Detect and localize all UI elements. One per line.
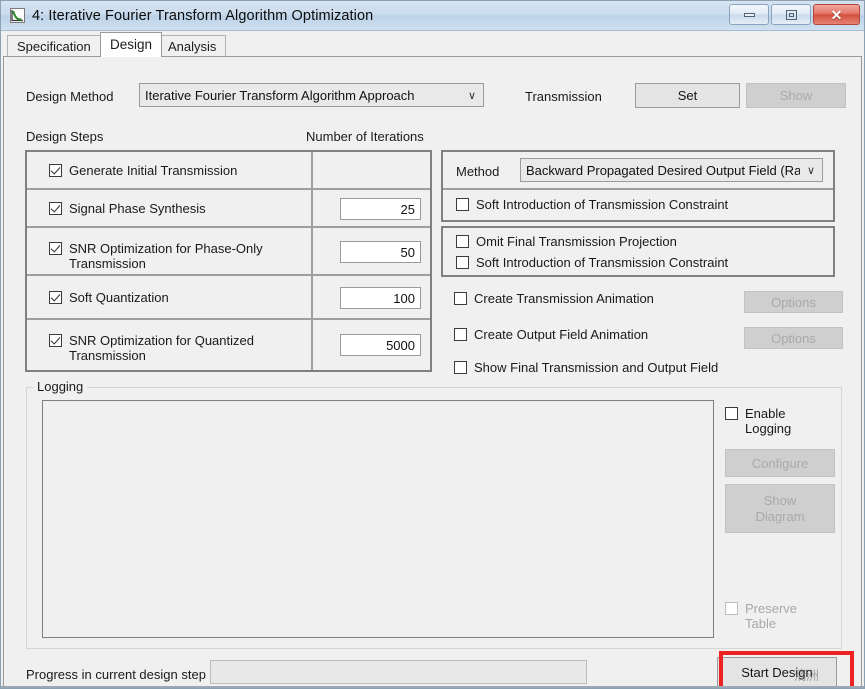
table-row[interactable]: SNR Optimization for Quantized Transmiss…	[27, 320, 430, 370]
checkbox-icon	[454, 328, 467, 341]
tab-specification[interactable]: Specification	[7, 35, 101, 57]
checkbox-create-output-field-animation[interactable]: Create Output Field Animation	[454, 327, 648, 342]
start-design-button[interactable]: Start Design	[717, 657, 837, 687]
step-checkbox-soft-quantization[interactable]: Soft Quantization	[49, 290, 169, 305]
logging-group-title: Logging	[33, 379, 88, 394]
checkbox-icon	[456, 198, 469, 211]
progress-label: Progress in current design step	[26, 667, 206, 682]
close-icon: ✕	[830, 6, 843, 23]
maximize-button[interactable]	[771, 4, 811, 25]
window-controls: ✕	[729, 4, 860, 25]
close-button[interactable]: ✕	[813, 4, 860, 25]
table-row[interactable]: Generate Initial Transmission	[27, 152, 430, 190]
logging-configure-button[interactable]: Configure	[725, 449, 835, 477]
divider	[443, 188, 833, 190]
design-method-label: Design Method	[26, 89, 114, 104]
checkbox-enable-logging[interactable]: Enable Logging	[725, 406, 835, 436]
tab-design[interactable]: Design	[100, 32, 163, 57]
step-label: SNR Optimization for Phase-Only Transmis…	[69, 241, 263, 271]
checkbox-soft-introduction-b[interactable]: Soft Introduction of Transmission Constr…	[456, 255, 728, 270]
method-label: Method	[456, 164, 500, 179]
step-checkbox-snr-optimization-quantized[interactable]: SNR Optimization for Quantized Transmiss…	[49, 333, 254, 363]
transmission-animation-options-button[interactable]: Options	[744, 291, 843, 313]
step-checkbox-snr-optimization-phase-only[interactable]: SNR Optimization for Phase-Only Transmis…	[49, 241, 263, 271]
logging-textarea[interactable]	[42, 400, 714, 638]
design-panel: Design Method Iterative Fourier Transfor…	[3, 56, 862, 687]
logging-show-diagram-button[interactable]: Show Diagram	[725, 484, 835, 533]
minimize-icon	[743, 12, 755, 17]
checkbox-label: Create Transmission Animation	[474, 291, 654, 306]
checkbox-icon	[454, 361, 467, 374]
checkbox-soft-introduction-a[interactable]: Soft Introduction of Transmission Constr…	[456, 197, 728, 212]
design-method-value: Iterative Fourier Transform Algorithm Ap…	[145, 87, 415, 103]
checkbox-icon	[454, 292, 467, 305]
iterations-input-soft-quantization[interactable]: 100	[340, 287, 421, 309]
bottom-border	[1, 686, 864, 688]
checkbox-label: Show Final Transmission and Output Field	[474, 360, 719, 375]
checkbox-icon	[725, 602, 738, 615]
chart-curve-icon	[9, 7, 26, 24]
watermark-text: 清洲	[794, 668, 819, 683]
step-label: SNR Optimization for Quantized Transmiss…	[69, 333, 254, 363]
progress-bar	[210, 660, 587, 684]
checkbox-preserve-table[interactable]: Preserve Table	[725, 601, 835, 631]
maximize-icon	[785, 9, 797, 20]
iterations-input-snr-optimization-phase-only[interactable]: 50	[340, 241, 421, 263]
iterations-input-signal-phase-synthesis[interactable]: 25	[340, 198, 421, 220]
checkbox-icon	[49, 291, 62, 304]
checkbox-omit-final-transmission-projection[interactable]: Omit Final Transmission Projection	[456, 234, 677, 249]
window-title: 4: Iterative Fourier Transform Algorithm…	[32, 7, 374, 24]
step-checkbox-generate-initial-transmission[interactable]: Generate Initial Transmission	[49, 163, 237, 178]
checkbox-icon	[456, 256, 469, 269]
checkbox-icon	[49, 334, 62, 347]
checkbox-icon	[456, 235, 469, 248]
checkbox-label: Preserve Table	[745, 601, 798, 631]
checkbox-icon	[49, 164, 62, 177]
table-row[interactable]: SNR Optimization for Phase-Only Transmis…	[27, 228, 430, 276]
chevron-down-icon: ∨	[806, 164, 816, 177]
method-combobox[interactable]: Backward Propagated Desired Output Field…	[520, 158, 823, 182]
step-label: Generate Initial Transmission	[69, 163, 238, 178]
chevron-down-icon: ∨	[467, 89, 477, 102]
transmission-set-button[interactable]: Set	[635, 83, 740, 108]
method-options-box: Method Backward Propagated Desired Outpu…	[441, 150, 835, 222]
tab-analysis[interactable]: Analysis	[158, 35, 227, 57]
checkbox-create-transmission-animation[interactable]: Create Transmission Animation	[454, 291, 654, 306]
projection-options-box: Omit Final Transmission Projection Soft …	[441, 226, 835, 277]
minimize-button[interactable]	[729, 4, 769, 25]
checkbox-icon	[49, 202, 62, 215]
checkbox-icon	[49, 242, 62, 255]
design-steps-table: Generate Initial Transmission Signal Pha…	[25, 150, 432, 372]
application-window: 4: Iterative Fourier Transform Algorithm…	[0, 0, 865, 689]
iterations-input-snr-optimization-quantized[interactable]: 5000	[340, 334, 421, 356]
checkbox-icon	[725, 407, 738, 420]
table-row[interactable]: Signal Phase Synthesis 25	[27, 190, 430, 228]
table-row[interactable]: Soft Quantization 100	[27, 276, 430, 320]
checkbox-label: Create Output Field Animation	[474, 327, 649, 342]
title-bar: 4: Iterative Fourier Transform Algorithm…	[1, 1, 864, 31]
design-method-combobox[interactable]: Iterative Fourier Transform Algorithm Ap…	[139, 83, 484, 107]
number-of-iterations-header: Number of Iterations	[306, 129, 424, 144]
transmission-show-button[interactable]: Show	[746, 83, 846, 108]
checkbox-label: Enable Logging	[745, 406, 792, 436]
method-value: Backward Propagated Desired Output Field…	[526, 162, 800, 178]
checkbox-show-final-transmission-and-output-field[interactable]: Show Final Transmission and Output Field	[454, 360, 718, 375]
transmission-label: Transmission	[525, 89, 602, 104]
step-label: Signal Phase Synthesis	[69, 201, 206, 216]
design-steps-header: Design Steps	[26, 129, 104, 144]
output-field-animation-options-button[interactable]: Options	[744, 327, 843, 349]
tab-strip: Specification Design Analysis	[1, 31, 864, 57]
step-label: Soft Quantization	[69, 290, 169, 305]
checkbox-label: Omit Final Transmission Projection	[476, 234, 677, 249]
checkbox-label: Soft Introduction of Transmission Constr…	[476, 255, 729, 270]
step-checkbox-signal-phase-synthesis[interactable]: Signal Phase Synthesis	[49, 201, 206, 216]
checkbox-label: Soft Introduction of Transmission Constr…	[476, 197, 729, 212]
